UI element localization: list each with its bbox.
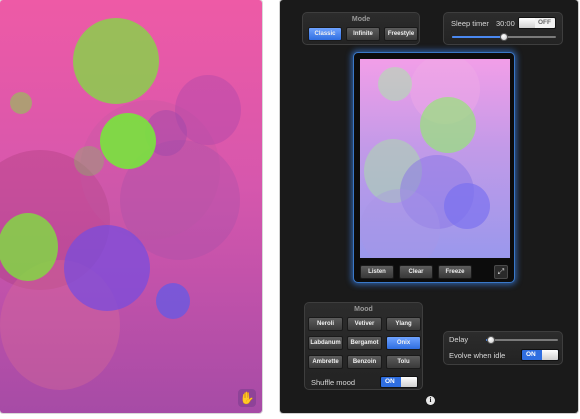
mood-ambrette-button[interactable]: Ambrette (308, 355, 343, 369)
mood-tolu-button[interactable]: Tolu (386, 355, 421, 369)
preview-circle (420, 97, 476, 153)
mood-bergamot-button[interactable]: Bergamot (347, 336, 382, 350)
art-circle (64, 225, 150, 311)
sleep-timer-slider[interactable] (452, 33, 556, 41)
preview-circle (444, 183, 490, 229)
art-circle (100, 113, 156, 169)
toggle-state: ON (526, 351, 536, 358)
shuffle-mood-label: Shuffle mood (311, 378, 356, 387)
preview-panel: Listen Clear Freeze ⤢ (353, 52, 515, 283)
shuffle-mood-toggle[interactable]: ON (380, 376, 418, 388)
mood-labdanum-button[interactable]: Labdanum (308, 336, 343, 350)
sleep-timer-value: 30:00 (496, 19, 515, 28)
mood-onix-button[interactable]: Onix (386, 336, 421, 350)
slider-knob[interactable] (487, 336, 495, 344)
ipad-screen: Mode Classic Infinite Freestyle Sleep ti… (280, 0, 578, 413)
toggle-state: ON (385, 378, 395, 385)
mode-classic-button[interactable]: Classic (308, 27, 342, 41)
clear-button[interactable]: Clear (399, 265, 433, 279)
listen-button[interactable]: Listen (360, 265, 394, 279)
mood-benzoin-button[interactable]: Benzoin (347, 355, 382, 369)
hand-icon[interactable]: ✋ (238, 389, 256, 407)
delay-label: Delay (449, 335, 469, 344)
art-circle (73, 18, 159, 104)
delay-slider[interactable] (486, 336, 558, 344)
slider-knob[interactable] (500, 33, 508, 41)
evolve-when-idle-toggle[interactable]: ON (521, 349, 559, 361)
mood-title: Mood (354, 306, 373, 313)
idle-panel: Delay Evolve when idle ON (443, 331, 563, 365)
mode-title: Mode (351, 16, 371, 23)
preview-canvas[interactable] (360, 59, 510, 258)
mode-panel: Mode Classic Infinite Freestyle (302, 12, 420, 45)
mode-freestyle-button[interactable]: Freestyle (384, 27, 418, 41)
mood-ylang-button[interactable]: Ylang (386, 317, 421, 331)
slider-fill (452, 36, 504, 38)
toggle-state: OFF (538, 19, 551, 26)
art-circle (0, 213, 58, 281)
sleep-timer-label: Sleep timer (451, 19, 489, 28)
freeze-button[interactable]: Freeze (438, 265, 472, 279)
art-circle (156, 283, 190, 319)
evolve-when-idle-label: Evolve when idle (449, 351, 506, 360)
sleep-timer-toggle[interactable]: OFF (518, 17, 556, 29)
art-circle (10, 92, 32, 114)
toggle-knob (542, 350, 558, 360)
toggle-knob (401, 377, 417, 387)
preview-circle (378, 67, 412, 101)
mode-infinite-button[interactable]: Infinite (346, 27, 380, 41)
expand-icon[interactable]: ⤢ (494, 265, 508, 279)
info-icon[interactable]: i (426, 396, 435, 405)
art-canvas[interactable]: ✋ (0, 0, 262, 413)
toggle-knob (519, 18, 535, 28)
mood-vetiver-button[interactable]: Vetiver (347, 317, 382, 331)
art-circle (74, 146, 104, 176)
sleep-timer-panel: Sleep timer 30:00 OFF (443, 12, 563, 45)
mood-panel: Mood Neroli Vetiver Ylang Labdanum Berga… (304, 302, 423, 390)
mood-neroli-button[interactable]: Neroli (308, 317, 343, 331)
